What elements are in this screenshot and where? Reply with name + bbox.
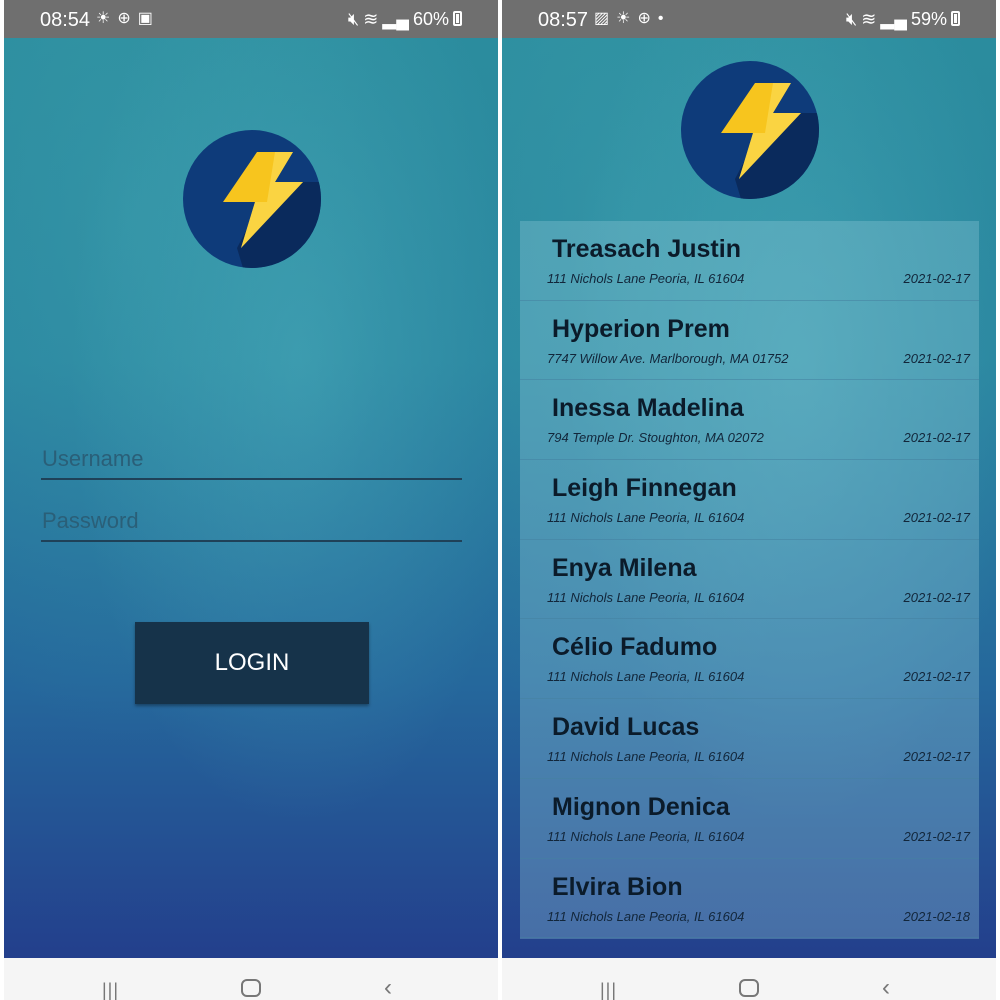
list-item[interactable]: Enya Milena 111 Nichols Lane Peoria, IL … (520, 540, 979, 620)
status-bar: 08:57 ▨ ☀ ⊕ • 🔇︎ ≋ ▂▄ 59% (502, 0, 996, 38)
item-address: 7747 Willow Ave. Marlborough, MA 01752 (547, 350, 789, 366)
navigation-bar: ||| ‹ (4, 958, 498, 1000)
item-date: 2021-02-17 (903, 589, 971, 605)
item-name: Inessa Madelina (552, 394, 744, 423)
battery-charging-icon (951, 11, 960, 26)
system-icons: 🔇︎ ≋ ▂▄ 60% (344, 9, 462, 30)
brightness-icon: ☀ (616, 10, 631, 27)
login-background: LOGIN (4, 38, 498, 958)
status-time: 08:57 (538, 9, 589, 31)
contact-list[interactable]: Treasach Justin 111 Nichols Lane Peoria,… (520, 221, 979, 939)
list-item[interactable]: Mignon Denica 111 Nichols Lane Peoria, I… (520, 779, 979, 859)
notification-icons: ☀ ⊕ ▣ (96, 8, 160, 28)
back-icon[interactable]: ‹ (384, 974, 392, 1000)
notification-icons: ▨ ☀ ⊕ • (594, 8, 670, 28)
vpn-icon: ⊕ (117, 10, 131, 27)
mute-icon: 🔇︎ (347, 9, 360, 29)
list-item[interactable]: Leigh Finnegan 111 Nichols Lane Peoria, … (520, 460, 979, 540)
list-item[interactable]: Treasach Justin 111 Nichols Lane Peoria,… (520, 221, 979, 301)
vpn-icon: ⊕ (637, 10, 651, 27)
item-name: Treasach Justin (552, 235, 741, 263)
list-item[interactable]: David Lucas 111 Nichols Lane Peoria, IL … (520, 699, 979, 779)
lightning-logo-icon (183, 130, 321, 268)
item-name: David Lucas (552, 713, 700, 742)
home-icon[interactable] (739, 979, 759, 997)
item-address: 111 Nichols Lane Peoria, IL 61604 (547, 589, 745, 605)
wifi-icon: ≋ (861, 9, 877, 29)
username-input[interactable] (41, 440, 462, 478)
item-name: Hyperion Prem (552, 314, 730, 343)
item-name: Enya Milena (552, 553, 697, 582)
status-bar: 08:54 ☀ ⊕ ▣ 🔇︎ ≋ ▂▄ 60% (4, 0, 498, 38)
item-date: 2021-02-17 (903, 510, 971, 526)
item-name: Leigh Finnegan (552, 474, 737, 503)
item-address: 111 Nichols Lane Peoria, IL 61604 (547, 908, 745, 924)
contacts-list-screen: 08:57 ▨ ☀ ⊕ • 🔇︎ ≋ ▂▄ 59% Treasach Justin 111 … (502, 0, 996, 1000)
battery-icon (453, 11, 462, 26)
item-date: 2021-02-17 (903, 350, 971, 366)
list-item[interactable]: Inessa Madelina 794 Temple Dr. Stoughton… (520, 380, 979, 461)
back-icon[interactable]: ‹ (882, 974, 890, 1000)
item-date: 2021-02-17 (903, 828, 971, 844)
battery-percent: 59% (910, 9, 947, 29)
item-address: 111 Nichols Lane Peoria, IL 61604 (547, 669, 745, 685)
signal-icon: ▂▄ (382, 9, 409, 29)
system-icons: 🔇︎ ≋ ▂▄ 59% (842, 9, 960, 30)
item-address: 111 Nichols Lane Peoria, IL 61604 (547, 271, 745, 286)
brightness-icon: ☀ (96, 10, 111, 27)
item-name: Mignon Denica (552, 792, 730, 821)
item-address: 111 Nichols Lane Peoria, IL 61604 (547, 749, 745, 765)
recents-icon[interactable]: ||| (102, 980, 119, 1000)
login-screen: 08:54 ☀ ⊕ ▣ 🔇︎≋▂▄60% LOGIN ||| ‹ (4, 0, 498, 1000)
item-date: 2021-02-18 (903, 908, 971, 924)
item-name: Elvira Bion (552, 872, 683, 901)
item-address: 111 Nichols Lane Peoria, IL 61604 (547, 828, 745, 844)
dot-icon: • (657, 10, 664, 27)
item-name: Célio Fadumo (552, 633, 718, 662)
lightning-logo-icon (681, 61, 819, 199)
item-address: 794 Temple Dr. Stoughton, MA 02072 (547, 430, 764, 446)
signal-icon: ▂▄ (880, 9, 907, 29)
battery-percent: 60% (412, 9, 449, 29)
item-address: 111 Nichols Lane Peoria, IL 61604 (547, 510, 745, 526)
password-input[interactable] (41, 502, 462, 540)
list-item[interactable]: Célio Fadumo 111 Nichols Lane Peoria, IL… (520, 619, 979, 700)
mute-icon: 🔇︎ (845, 9, 858, 29)
app-notification-icon: ▣ (137, 10, 153, 27)
navigation-bar: ||| ‹ (502, 958, 996, 1000)
item-date: 2021-02-17 (903, 430, 971, 446)
item-date: 2021-02-17 (903, 669, 971, 685)
recents-icon[interactable]: ||| (600, 980, 617, 1000)
wifi-icon: ≋ (363, 9, 379, 29)
home-icon[interactable] (241, 979, 261, 997)
image-icon: ▨ (594, 10, 610, 27)
username-field[interactable] (41, 440, 462, 480)
password-field[interactable] (41, 502, 462, 542)
login-button[interactable]: LOGIN (135, 622, 369, 704)
list-background: Treasach Justin 111 Nichols Lane Peoria,… (502, 38, 996, 958)
item-date: 2021-02-17 (903, 749, 971, 765)
list-item[interactable]: Elvira Bion 111 Nichols Lane Peoria, IL … (520, 859, 979, 939)
item-date: 2021-02-17 (903, 271, 971, 286)
list-item[interactable]: Hyperion Prem 7747 Willow Ave. Marlborou… (520, 301, 979, 381)
status-time: 08:54 (40, 9, 91, 31)
